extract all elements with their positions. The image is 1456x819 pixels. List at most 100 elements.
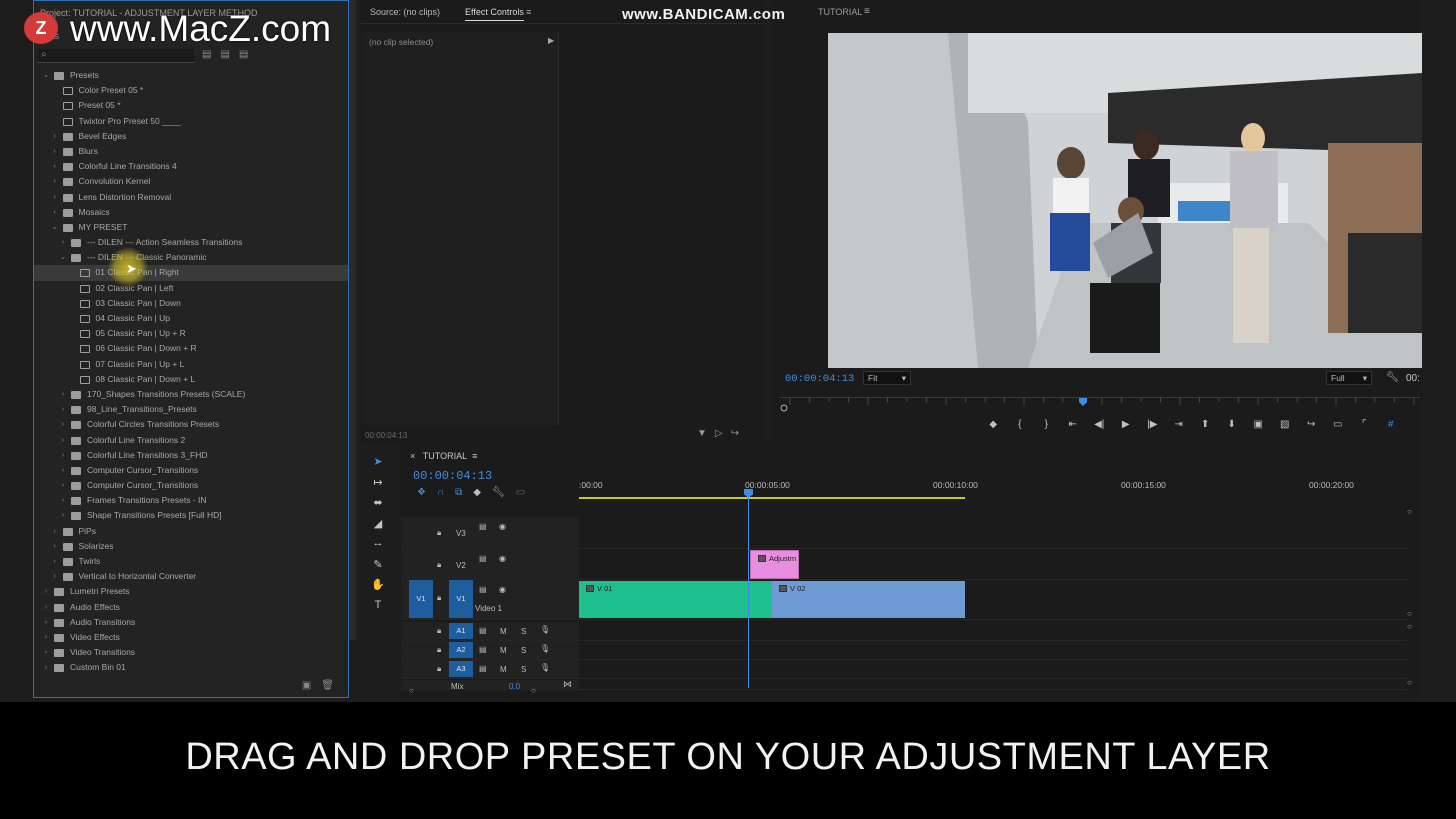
sync-lock-icon[interactable]: ▤ <box>479 645 487 654</box>
chevron-right-icon[interactable]: › <box>59 508 67 523</box>
tree-folder[interactable]: › Blurs <box>34 144 348 159</box>
chevron-right-icon[interactable]: › <box>51 129 59 144</box>
marker-icon[interactable]: ◆ <box>473 487 481 498</box>
tree-preset[interactable]: 06 Classic Pan | Down + R <box>34 341 348 356</box>
go-to-in-icon[interactable]: ⇤ <box>1060 419 1087 430</box>
track-target-a3[interactable]: A3 <box>449 661 473 677</box>
tree-preset[interactable]: 05 Classic Pan | Up + R <box>34 326 348 341</box>
timeline-ruler[interactable]: :00:00 00:00:05:00 00:00:10:00 00:00:15:… <box>579 475 1407 501</box>
track-target-a2[interactable]: A2 <box>449 642 473 658</box>
tree-folder[interactable]: › --- DILEN --- Action Seamless Transitio… <box>34 235 348 250</box>
chevron-right-icon[interactable]: › <box>59 478 67 493</box>
type-tool-icon[interactable]: T <box>364 599 392 620</box>
tree-folder[interactable]: › 98_Line_Transitions_Presets <box>34 402 348 417</box>
fit-select[interactable]: Fit ▾ <box>863 371 911 385</box>
chevron-right-icon[interactable]: › <box>59 402 67 417</box>
eye-icon[interactable]: ◉ <box>499 522 506 531</box>
chevron-right-icon[interactable]: › <box>51 144 59 159</box>
microphone-icon[interactable]: 🎙︎ <box>540 663 550 672</box>
tree-folder[interactable]: ⌄ MY PRESET <box>34 220 348 235</box>
tree-folder[interactable]: ⌄ Presets <box>34 68 348 83</box>
program-menu-icon[interactable]: ≡ <box>864 6 870 17</box>
step-back-icon[interactable]: ◀| <box>1086 419 1113 430</box>
chevron-right-icon[interactable]: › <box>42 600 50 615</box>
chevron-right-icon[interactable]: › <box>51 190 59 205</box>
tree-preset[interactable]: Twixtor Pro Preset 50 ____ <box>34 114 348 129</box>
tree-preset[interactable]: Preset 05 * <box>34 98 348 113</box>
tree-folder[interactable]: › Solarizes <box>34 539 348 554</box>
tree-folder[interactable]: › Computer Cursor_Transitions <box>34 463 348 478</box>
sync-lock-icon[interactable]: ▤ <box>479 554 487 563</box>
chevron-right-icon[interactable]: › <box>42 630 50 645</box>
chevron-down-icon[interactable]: ⌄ <box>51 220 59 235</box>
mute-button[interactable]: M <box>500 627 507 636</box>
track-select-tool-icon[interactable]: ↦ <box>364 476 392 497</box>
chevron-right-icon[interactable]: › <box>59 463 67 478</box>
chevron-right-icon[interactable]: › <box>51 159 59 174</box>
chevron-right-icon[interactable]: › <box>51 569 59 584</box>
sync-lock-icon[interactable]: ▤ <box>479 522 487 531</box>
tree-preset[interactable]: 04 Classic Pan | Up <box>34 311 348 326</box>
wrench-icon[interactable]: 🔧︎ <box>492 487 505 498</box>
expand-arrow-icon[interactable]: ▶ <box>548 36 554 45</box>
camera-icon[interactable]: ▣ <box>1245 419 1272 430</box>
track-target-a1[interactable]: A1 <box>449 623 473 639</box>
lock-icon[interactable]: 🔒︎ <box>437 664 441 674</box>
tree-folder[interactable]: › Mosaics <box>34 205 348 220</box>
mute-button[interactable]: M <box>500 646 507 655</box>
clip-v01[interactable]: V 01 <box>579 581 772 618</box>
solo-button[interactable]: S <box>521 627 526 636</box>
microphone-icon[interactable]: 🎙︎ <box>540 644 550 653</box>
solo-button[interactable]: S <box>521 665 526 674</box>
play-icon[interactable]: ▶ <box>1113 419 1140 430</box>
razor-tool-icon[interactable]: ◢ <box>364 517 392 538</box>
tree-folder[interactable]: › Twirls <box>34 554 348 569</box>
32bit-effects-icon[interactable]: ▤ <box>220 49 229 60</box>
tree-folder[interactable]: › 170_Shapes Transitions Presets (SCALE) <box>34 387 348 402</box>
comparison-view-icon[interactable]: ▧ <box>1272 419 1299 430</box>
lock-icon[interactable]: 🔒︎ <box>437 560 441 570</box>
tree-folder[interactable]: › Lumetri Presets <box>34 584 348 599</box>
go-to-out-icon[interactable]: ⇥ <box>1166 419 1193 430</box>
extract-icon[interactable]: ⬇ <box>1219 419 1246 430</box>
chevron-right-icon[interactable]: › <box>51 524 59 539</box>
pen-tool-icon[interactable]: ✎ <box>364 558 392 579</box>
sync-lock-icon[interactable]: ▤ <box>479 626 487 635</box>
selection-tool-icon[interactable]: ➤ <box>364 455 392 476</box>
lock-icon[interactable]: 🔒︎ <box>437 593 441 603</box>
tab-timeline[interactable]: × TUTORIAL ≡ <box>410 451 477 461</box>
tree-folder[interactable]: › PiPs <box>34 524 348 539</box>
tree-folder[interactable]: › Vertical to Horizontal Converter <box>34 569 348 584</box>
tree-folder[interactable]: › Video Effects <box>34 630 348 645</box>
chevron-right-icon[interactable]: › <box>51 174 59 189</box>
play-audio-icon[interactable]: ▷ <box>715 428 723 439</box>
chevron-right-icon[interactable]: › <box>59 448 67 463</box>
resolution-select[interactable]: Full ▾ <box>1326 371 1372 385</box>
zoom-scroll-right-handle[interactable]: ○ <box>531 686 536 695</box>
tree-folder[interactable]: › Custom Bin 01 <box>34 660 348 675</box>
tree-preset[interactable]: 01 Classic Pan | Right <box>34 265 348 281</box>
filter-icon[interactable]: ▼ <box>697 428 707 439</box>
clip-v02[interactable]: V 02 <box>772 581 965 618</box>
export-frame-icon[interactable]: ↪ <box>1298 419 1325 430</box>
chevron-right-icon[interactable]: › <box>59 433 67 448</box>
sync-lock-icon[interactable]: ▤ <box>479 664 487 673</box>
tree-folder[interactable]: › Audio Effects <box>34 600 348 615</box>
playhead-line[interactable] <box>748 493 749 688</box>
panel-menu-icon[interactable]: ≡ <box>526 7 531 17</box>
tree-folder[interactable]: › Frames Transitions Presets - IN <box>34 493 348 508</box>
nest-icon[interactable]: ❖ <box>417 487 426 498</box>
step-forward-icon[interactable]: |▶ <box>1139 419 1166 430</box>
work-area-bar[interactable] <box>579 497 965 499</box>
tree-folder[interactable]: › Video Transitions <box>34 645 348 660</box>
yuv-effects-icon[interactable]: ▤ <box>239 49 248 60</box>
solo-button[interactable]: S <box>521 646 526 655</box>
adjustment-layer-clip[interactable]: Adjustm <box>750 550 799 579</box>
slip-tool-icon[interactable]: ↔ <box>364 537 392 558</box>
lift-icon[interactable]: ⬆ <box>1192 419 1219 430</box>
sync-lock-icon[interactable]: ▤ <box>479 585 487 594</box>
program-title[interactable]: TUTORIAL <box>818 7 862 17</box>
chevron-right-icon[interactable]: › <box>42 645 50 660</box>
chevron-right-icon[interactable]: › <box>59 387 67 402</box>
eye-icon[interactable]: ◉ <box>499 585 506 594</box>
